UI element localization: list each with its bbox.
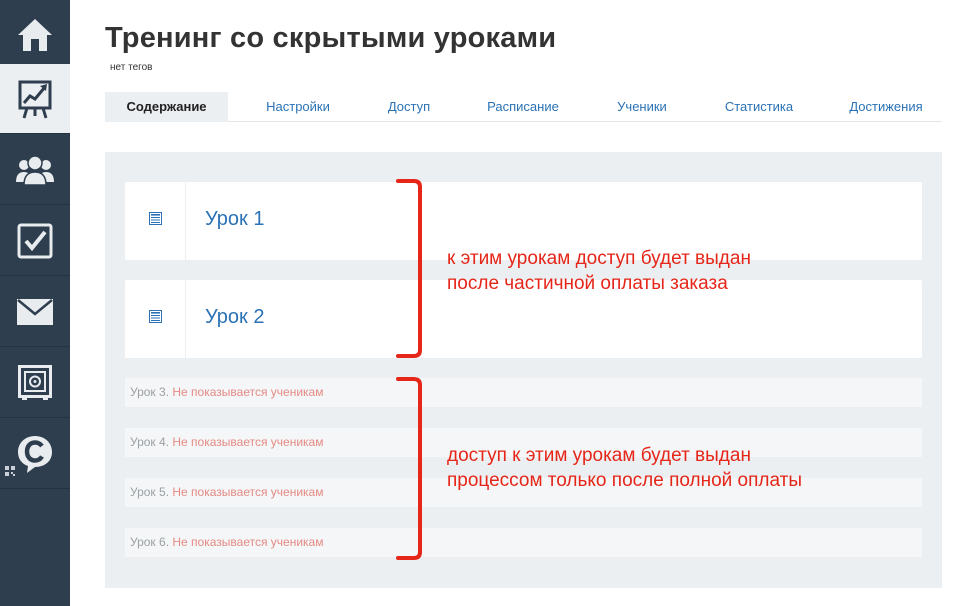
tab-achievements[interactable]: Достижения [839,92,933,122]
sidebar-item-mail[interactable] [0,277,70,347]
sidebar-item-home[interactable] [0,0,70,70]
tasks-checkbox-icon [17,223,53,258]
annotation-bottom: доступ к этим урокам будет выдан процесс… [447,443,802,493]
qr-code-icon[interactable] [5,466,15,476]
tab-schedule[interactable]: Расписание [475,92,571,122]
hidden-lesson-number: Урок 4. [130,435,170,449]
hidden-lesson-note: Не показывается ученикам [172,535,324,549]
hidden-lesson-number: Урок 3. [130,385,170,399]
sidebar-item-users[interactable] [0,135,70,205]
safe-icon [18,364,52,400]
tab-content[interactable]: Содержание [105,92,228,122]
hidden-lesson-number: Урок 5. [130,485,170,499]
annotation-line: к этим урокам доступ будет выдан [447,248,751,269]
home-icon [18,18,52,51]
hidden-lesson-note: Не показывается ученикам [172,435,324,449]
mail-icon [17,298,53,325]
annotation-line: доступ к этим урокам будет выдан [447,445,751,466]
sidebar [0,0,70,606]
chat-c-icon [18,435,52,473]
annotation-bracket-top [396,179,422,358]
sidebar-item-tasks[interactable] [0,206,70,276]
tags-label[interactable]: нет тегов [110,62,152,73]
tab-students[interactable]: Ученики [605,92,679,122]
lesson-list-icon [148,211,162,225]
annotation-line: процессом только после полной оплаты [447,470,802,491]
hidden-lesson-row[interactable]: Урок 6. Не показывается ученикам [125,528,922,557]
lesson-title[interactable]: Урок 1 [205,208,264,231]
annotation-bracket-bottom [396,377,422,560]
hidden-lesson-number: Урок 6. [130,535,170,549]
annotation-line: после частичной оплаты заказа [447,273,728,294]
tab-bar: Содержание Настройки Доступ Расписание У… [105,92,942,122]
tab-statistics[interactable]: Статистика [714,92,804,122]
lesson-title[interactable]: Урок 2 [205,306,264,329]
hidden-lesson-note: Не показывается ученикам [172,385,324,399]
hidden-lesson-note: Не показывается ученикам [172,485,324,499]
page-title: Тренинг со скрытыми уроками [105,22,557,54]
annotation-top: к этим урокам доступ будет выдан после ч… [447,246,751,296]
training-chart-icon [18,80,52,118]
hidden-lesson-row[interactable]: Урок 3. Не показывается ученикам [125,378,922,407]
tab-settings[interactable]: Настройки [251,92,345,122]
tab-access[interactable]: Доступ [375,92,443,122]
lesson-list-icon [148,309,162,323]
sidebar-item-safe[interactable] [0,348,70,418]
sidebar-item-chat[interactable] [0,419,70,489]
users-icon [16,154,54,186]
sidebar-item-trainings[interactable] [0,64,70,134]
lessons-panel: Урок 1 Урок 2 Урок 3. Не показывается уч… [105,152,942,588]
